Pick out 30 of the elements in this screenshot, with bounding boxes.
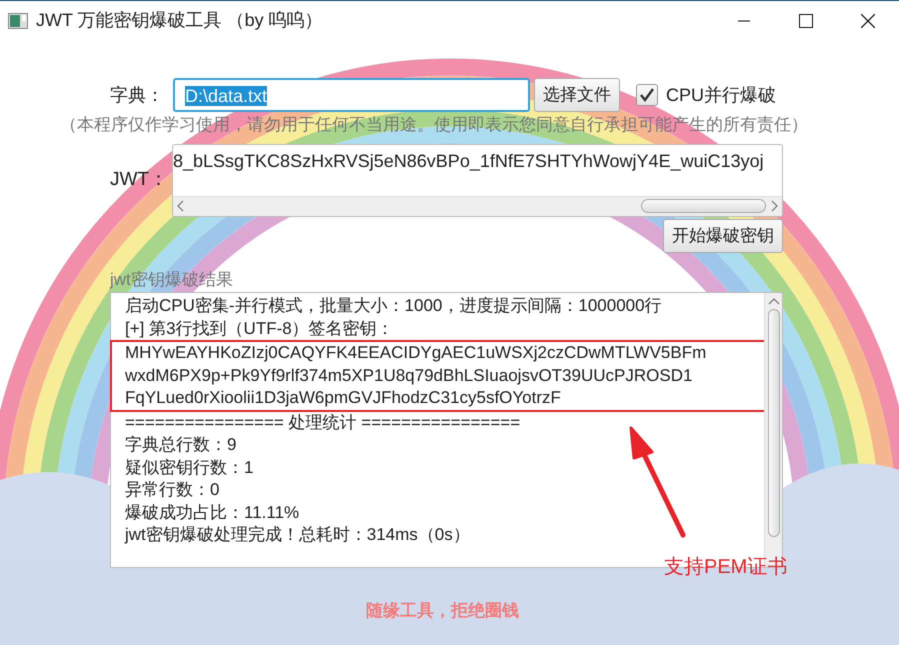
log-line: 疑似密钥行数：1	[125, 456, 254, 478]
log-line: jwt密钥爆破处理完成！总耗时：314ms（0s）	[125, 524, 471, 546]
log-line: 爆破成功占比：11.11%	[125, 502, 300, 524]
start-cracking-button[interactable]: 开始爆破密钥	[663, 218, 783, 252]
jwt-label: JWT：	[110, 168, 170, 192]
close-icon[interactable]	[861, 14, 875, 28]
parallel-label: CPU并行爆破	[666, 84, 776, 106]
window-title: JWT 万能密钥爆破工具 （by 呜呜）	[36, 9, 323, 32]
annotation-text: 支持PEM证书	[664, 555, 788, 580]
log-line: 异常行数：0	[125, 479, 220, 501]
log-line: FqYLued0rXioolii1D3jaW6pmGVJFhodzC31cy5sfOYotrzF	[125, 387, 562, 409]
scroll-up-icon[interactable]	[768, 297, 780, 305]
log-line: MHYwEAYHKoZIzj0CAQYFK4EEACIDYgAEC1uWSXj2czCDwMTLWV5BFm	[125, 342, 708, 364]
log-line: 字典总行数：9	[125, 434, 238, 456]
maximize-icon[interactable]	[799, 14, 813, 28]
choose-file-button[interactable]: 选择文件	[534, 78, 620, 112]
jwt-text-area[interactable]: 8_bLSsgTKC8SzHxRVSj5eN86vBPo_1fNfE7SHTYhWowjY4E_wuiC13yoj	[172, 144, 783, 216]
scroll-right-icon[interactable]	[770, 200, 778, 212]
footer-slogan: 随缘工具，拒绝圈钱	[366, 600, 519, 622]
scroll-left-icon[interactable]	[177, 200, 185, 212]
log-line: [+] 第3行找到（UTF-8）签名密钥：	[125, 318, 395, 340]
scrollbar-thumb[interactable]	[641, 199, 766, 213]
log-line: wxdM6PX9p+Pk9Yf9rlf374m5XP1U8q79dBhLSIuaojsvOT39UUcPJROSD1	[125, 364, 694, 386]
log-line: 启动CPU密集-并行模式，批量大小：1000，进度提示间隔：1000000行	[125, 295, 663, 317]
dictionary-label: 字典：	[110, 84, 165, 106]
minimize-icon[interactable]	[738, 20, 750, 22]
scrollbar-thumb[interactable]	[768, 309, 780, 537]
log-line: ================ 处理统计 ================	[125, 412, 522, 434]
parallel-checkbox[interactable]	[636, 84, 658, 106]
app-icon	[8, 12, 28, 28]
